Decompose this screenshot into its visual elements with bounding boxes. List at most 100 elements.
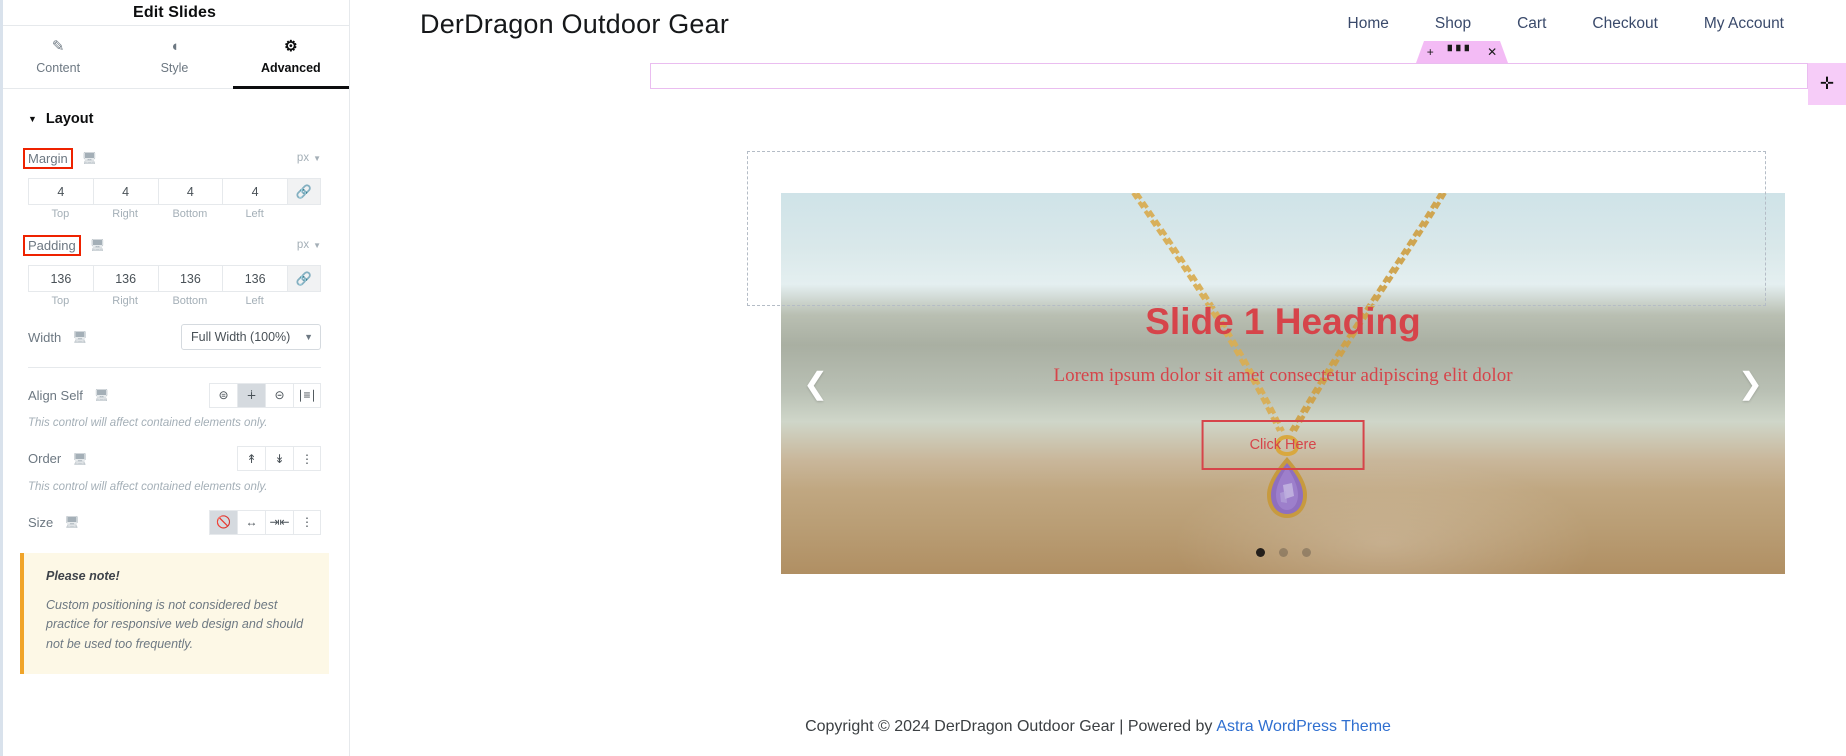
control-width: Width 🖥 Full Width (100%) ▼ — [0, 307, 349, 351]
tab-advanced[interactable]: ⚙ Advanced — [232, 26, 349, 89]
tab-advanced-label: Advanced — [260, 61, 321, 75]
size-grow-button[interactable]: ↔ — [237, 509, 265, 535]
slider-dot-3[interactable] — [1301, 548, 1311, 557]
margin-right-label: Right — [112, 208, 138, 220]
margin-bottom-input[interactable]: 4 — [157, 178, 223, 205]
margin-unit-selector[interactable]: px ▼ — [297, 152, 321, 164]
align-self-hint: This control will affect contained eleme… — [28, 417, 268, 429]
padding-right-input[interactable]: 136 — [92, 265, 158, 292]
element-toolbar: + ▘▘▘ ✕ — [1416, 41, 1508, 63]
elementor-panel: Edit Slides ✎ Content ◖ Style ⚙ Advanced… — [0, 0, 350, 756]
padding-link-values-toggle[interactable]: 🔗 — [287, 265, 321, 292]
margin-top-label: Top — [51, 208, 70, 220]
padding-inputs: 136 136 136 136 🔗 — [28, 265, 321, 292]
control-padding: Padding 🖥 px ▼ 136 136 136 136 🔗 Top Rig… — [0, 220, 349, 307]
editor-root: Edit Slides ✎ Content ◖ Style ⚙ Advanced… — [0, 0, 1846, 756]
slide-cta-button[interactable]: Click Here — [1201, 420, 1365, 470]
order-start-button[interactable]: ↟ — [237, 446, 265, 472]
slider-prev-arrow[interactable]: ❮ — [803, 366, 828, 401]
slide-subheading[interactable]: Lorem ipsum dolor sit amet consectetur a… — [781, 365, 1785, 387]
padding-label: Padding — [23, 234, 81, 256]
nav-item-cart[interactable]: Cart — [1517, 15, 1546, 33]
margin-bottom-label: Bottom — [172, 208, 208, 220]
slider-dot-1[interactable] — [1255, 548, 1265, 557]
desktop-icon[interactable]: 🖥 — [64, 516, 79, 528]
padding-right-label: Right — [112, 295, 138, 307]
note-title: Please note! — [46, 569, 120, 584]
order-end-button[interactable]: ↡ — [265, 446, 293, 472]
add-section-button[interactable]: ✛ — [1808, 63, 1846, 105]
tab-content[interactable]: ✎ Content — [0, 26, 116, 88]
size-custom-button[interactable]: ⋮ — [293, 509, 321, 535]
margin-side-labels: Top Right Bottom Left — [28, 208, 321, 220]
section-layout-header[interactable]: ▼ Layout — [0, 89, 349, 141]
padding-unit-selector[interactable]: px ▼ — [297, 239, 321, 251]
align-stretch-button[interactable]: ∣≡∣ — [293, 382, 321, 408]
padding-top-input[interactable]: 136 — [28, 265, 93, 292]
padding-bottom-input[interactable]: 136 — [157, 265, 223, 292]
section-selection-outline — [747, 151, 1766, 306]
padding-side-labels: Top Right Bottom Left — [28, 295, 321, 307]
margin-link-values-toggle[interactable]: 🔗 — [287, 178, 321, 205]
margin-inputs: 4 4 4 4 🔗 — [28, 178, 321, 205]
padding-unit-label: px — [296, 239, 310, 251]
margin-left-label: Left — [245, 208, 264, 220]
align-self-buttons: ⊜ ∔ ⊝ ∣≡∣ — [209, 382, 321, 408]
desktop-icon[interactable]: 🖥 — [90, 239, 105, 251]
margin-label: Margin — [23, 147, 73, 169]
tab-style-label: Style — [160, 61, 189, 75]
pencil-icon: ✎ — [51, 38, 65, 55]
order-buttons: ↟ ↡ ⋮ — [237, 446, 321, 472]
desktop-icon[interactable]: 🖥 — [72, 331, 87, 343]
plus-icon: ✛ — [1819, 74, 1835, 93]
drag-handle-icon[interactable]: ▘▘▘ — [1448, 47, 1473, 58]
width-select[interactable]: Full Width (100%) ▼ — [181, 324, 321, 350]
size-none-button[interactable]: 🚫 — [209, 509, 237, 535]
desktop-icon[interactable]: 🖥 — [82, 152, 97, 164]
desktop-icon[interactable]: 🖥 — [94, 389, 109, 401]
margin-left-input[interactable]: 4 — [222, 178, 287, 205]
order-hint: This control will affect contained eleme… — [28, 480, 268, 493]
size-label: Size — [28, 514, 54, 530]
slider-next-arrow[interactable]: ❯ — [1738, 366, 1763, 401]
panel-left-edge — [0, 0, 3, 756]
site-logo[interactable]: DerDragon Outdoor Gear — [420, 9, 729, 40]
chevron-down-icon: ▼ — [313, 153, 321, 163]
control-margin: Margin 🖥 px ▼ 4 4 4 4 🔗 Top Right Bottom… — [0, 141, 349, 220]
please-note-box: Please note! Custom positioning is not c… — [20, 553, 329, 675]
nav-item-my-account[interactable]: My Account — [1704, 15, 1784, 33]
padding-left-label: Left — [245, 295, 264, 307]
close-icon[interactable]: ✕ — [1487, 46, 1497, 58]
align-end-button[interactable]: ⊝ — [265, 382, 293, 408]
nav-item-shop[interactable]: Shop — [1435, 15, 1471, 33]
nav-item-home[interactable]: Home — [1348, 15, 1389, 33]
margin-top-input[interactable]: 4 — [28, 178, 93, 205]
size-buttons: 🚫 ↔ ⇥⇤ ⋮ — [209, 509, 321, 535]
margin-right-input[interactable]: 4 — [92, 178, 158, 205]
padding-left-input[interactable]: 136 — [222, 265, 287, 292]
element-highlight-band[interactable] — [650, 63, 1808, 89]
site-preview: DerDragon Outdoor Gear Home Shop Cart Ch… — [350, 0, 1846, 756]
chevron-down-icon: ▼ — [304, 332, 313, 342]
align-start-button[interactable]: ⊜ — [209, 382, 237, 408]
contrast-icon: ◖ — [169, 38, 180, 55]
slide-heading[interactable]: Slide 1 Heading — [781, 301, 1785, 343]
chevron-down-icon: ▼ — [28, 113, 37, 124]
desktop-icon[interactable]: 🖥 — [72, 453, 87, 465]
tab-style[interactable]: ◖ Style — [116, 26, 232, 88]
align-center-button[interactable]: ∔ — [237, 382, 265, 408]
padding-top-label: Top — [51, 295, 70, 307]
control-align-self: Align Self 🖥 ⊜ ∔ ⊝ ∣≡∣ This control will… — [0, 368, 349, 432]
order-custom-button[interactable]: ⋮ — [293, 446, 321, 472]
size-shrink-button[interactable]: ⇥⇤ — [265, 509, 293, 535]
control-order: Order 🖥 ↟ ↡ ⋮ This control will affect c… — [0, 432, 349, 496]
slider-dot-2[interactable] — [1278, 548, 1288, 557]
footer-theme-link[interactable]: Astra WordPress Theme — [1216, 718, 1391, 736]
margin-unit-label: px — [296, 152, 310, 164]
site-header: DerDragon Outdoor Gear Home Shop Cart Ch… — [350, 0, 1846, 48]
site-nav: Home Shop Cart Checkout My Account — [1348, 15, 1846, 33]
add-element-icon[interactable]: + — [1427, 46, 1434, 58]
nav-item-checkout[interactable]: Checkout — [1592, 15, 1657, 33]
width-label: Width — [28, 329, 62, 345]
panel-title: Edit Slides — [133, 4, 216, 21]
